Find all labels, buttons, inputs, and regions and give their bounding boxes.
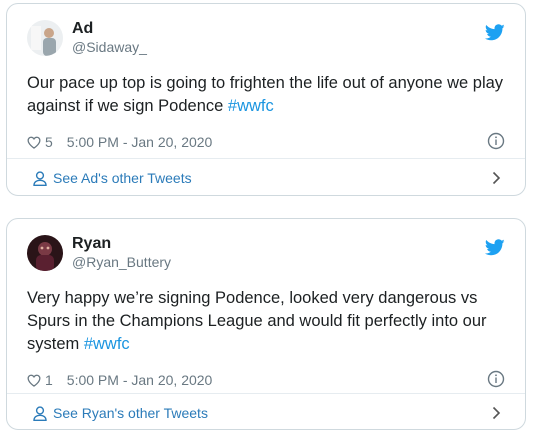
see-other-tweets-label[interactable]: See Ad's other Tweets	[53, 170, 192, 186]
user-handle[interactable]: @Ryan_Buttery	[72, 253, 171, 271]
timestamp[interactable]: 5:00 PM - Jan 20, 2020	[67, 372, 213, 388]
hashtag-link[interactable]: #wwfc	[84, 335, 130, 353]
twitter-bird-icon[interactable]	[485, 24, 505, 41]
avatar[interactable]	[27, 20, 63, 56]
chevron-right-icon[interactable]	[492, 406, 501, 420]
tweet-header: Ryan @Ryan_Buttery	[27, 233, 505, 273]
like-button[interactable]: 1	[27, 372, 53, 388]
person-icon	[33, 405, 47, 421]
info-icon[interactable]	[487, 132, 505, 150]
person-icon	[33, 170, 47, 186]
tweet-card[interactable]: Ryan @Ryan_Buttery Very happy we’re sign…	[6, 218, 526, 430]
like-button[interactable]: 5	[27, 134, 53, 150]
info-icon[interactable]	[487, 370, 505, 388]
timestamp[interactable]: 5:00 PM - Jan 20, 2020	[67, 134, 213, 150]
see-other-tweets-label[interactable]: See Ryan's other Tweets	[53, 405, 208, 421]
hashtag-link[interactable]: #wwfc	[228, 97, 274, 115]
like-count: 1	[45, 372, 53, 388]
like-count: 5	[45, 134, 53, 150]
user-handle[interactable]: @Sidaway_	[72, 38, 147, 56]
chevron-right-icon[interactable]	[492, 171, 501, 185]
display-name[interactable]: Ad	[72, 20, 147, 38]
twitter-bird-icon[interactable]	[485, 239, 505, 256]
tweet-text: Our pace up top is going to frighten the…	[27, 72, 505, 118]
avatar[interactable]	[27, 235, 63, 271]
see-other-tweets-link[interactable]: See Ad's other Tweets	[7, 159, 525, 195]
tweet-meta: 5 5:00 PM - Jan 20, 2020	[27, 132, 505, 152]
tweet-meta: 1 5:00 PM - Jan 20, 2020	[27, 370, 505, 390]
tweet-text: Very happy we’re signing Podence, looked…	[27, 287, 505, 356]
heart-icon	[27, 136, 41, 149]
tweet-card[interactable]: Ad @Sidaway_ Our pace up top is going to…	[6, 3, 526, 196]
heart-icon	[27, 374, 41, 387]
display-name[interactable]: Ryan	[72, 235, 171, 253]
see-other-tweets-link[interactable]: See Ryan's other Tweets	[7, 394, 525, 429]
tweet-header: Ad @Sidaway_	[27, 18, 505, 58]
